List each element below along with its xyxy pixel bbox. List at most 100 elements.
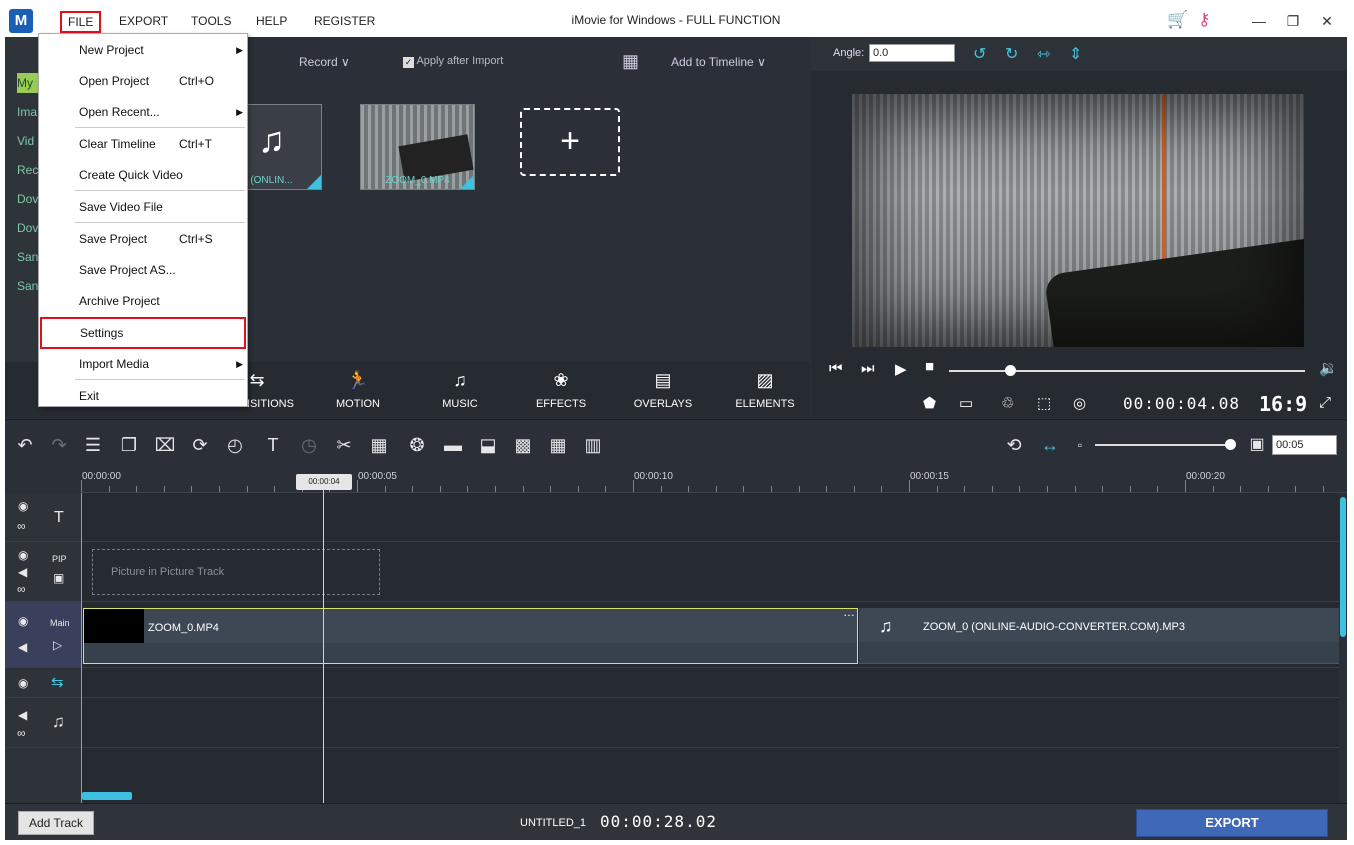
media-thumb-video[interactable]: ZOOM_0.MP4: [360, 104, 475, 190]
microphone-icon[interactable]: ♲: [1001, 394, 1014, 412]
menu-item-archive-project[interactable]: Archive Project: [39, 287, 247, 315]
zoom-value-input[interactable]: 00:05: [1272, 435, 1337, 455]
adjust-icon[interactable]: ☰: [81, 433, 105, 457]
transition-track-row[interactable]: [82, 668, 1340, 698]
video-frame[interactable]: [852, 94, 1304, 347]
sidebar-item-recorded[interactable]: Rec: [17, 160, 40, 180]
speaker-icon[interactable]: ◀: [18, 640, 27, 654]
zoom-slider[interactable]: [1095, 444, 1233, 446]
sidebar-item-images[interactable]: Ima: [17, 102, 40, 122]
add-track-button[interactable]: Add Track: [18, 811, 94, 835]
sidebar-item-download-1[interactable]: Dov: [17, 189, 40, 209]
link-icon[interactable]: ∞: [17, 726, 26, 740]
speaker-icon[interactable]: ◀: [18, 565, 27, 579]
duration-icon[interactable]: ◷: [297, 433, 321, 457]
crop-icon[interactable]: ⬓: [476, 433, 500, 457]
tab-effects[interactable]: ❀ EFFECTS: [511, 362, 611, 418]
text-tool-icon[interactable]: T: [261, 433, 285, 457]
motion-tool-icon[interactable]: ❂: [405, 433, 429, 457]
sidebar-item-sample-1[interactable]: San: [17, 247, 40, 267]
sidebar-item-videos[interactable]: Vid: [17, 131, 40, 151]
flip-horizontal-icon[interactable]: ⇿: [1037, 44, 1050, 64]
horizontal-scrollbar[interactable]: [82, 792, 132, 800]
tab-overlays[interactable]: ▤ OVERLAYS: [613, 362, 713, 418]
paint-bucket-icon[interactable]: ⬟: [923, 394, 936, 412]
minimize-button[interactable]: —: [1245, 9, 1273, 33]
menu-item-settings[interactable]: Settings: [40, 317, 246, 349]
monitor-icon[interactable]: ▬: [441, 433, 465, 457]
menu-item-save-project[interactable]: Save Project Ctrl+S: [39, 225, 247, 253]
grid-view-icon[interactable]: ▦: [622, 51, 639, 72]
menu-item-create-quick-video[interactable]: Create Quick Video: [39, 161, 247, 189]
snapshot-icon[interactable]: ◎: [1073, 394, 1086, 412]
speaker-icon[interactable]: ◀: [18, 708, 27, 722]
aspect-ratio-button[interactable]: 16:9: [1259, 392, 1307, 416]
sync-icon[interactable]: ⟲: [1002, 433, 1026, 457]
audio-track-row[interactable]: [82, 698, 1340, 748]
eye-icon[interactable]: ◉: [18, 614, 28, 628]
add-media-button[interactable]: +: [520, 108, 620, 176]
play-icon[interactable]: ▶: [895, 360, 907, 378]
menu-item-open-project[interactable]: Open Project Ctrl+O: [39, 67, 247, 95]
speed-icon[interactable]: ◴: [223, 433, 247, 457]
pip-placeholder[interactable]: Picture in Picture Track: [92, 549, 380, 595]
stop-icon[interactable]: ■: [925, 358, 934, 375]
menu-item-import-media[interactable]: Import Media ▶: [39, 350, 247, 378]
restore-button[interactable]: ❐: [1279, 9, 1307, 33]
menu-item-new-project[interactable]: New Project ▶: [39, 36, 247, 64]
key-icon[interactable]: ⚷: [1198, 10, 1210, 30]
menu-item-save-project-as[interactable]: Save Project AS...: [39, 256, 247, 284]
menu-item-clear-timeline[interactable]: Clear Timeline Ctrl+T: [39, 130, 247, 158]
fit-frame-icon[interactable]: ⬚: [1037, 394, 1051, 412]
camera-record-icon[interactable]: ▭: [959, 394, 973, 412]
more-options-icon[interactable]: …: [843, 605, 855, 619]
flip-vertical-icon[interactable]: ⇕: [1069, 44, 1082, 64]
sidebar-item-my[interactable]: My: [17, 73, 40, 93]
mosaic-icon[interactable]: ▩: [511, 433, 535, 457]
scissors-icon[interactable]: ✂: [332, 433, 356, 457]
add-to-timeline-dropdown[interactable]: Add to Timeline ∨: [671, 55, 766, 69]
zoom-in-icon[interactable]: ▣: [1245, 433, 1269, 457]
record-dropdown[interactable]: Record ∨: [299, 55, 350, 69]
redo-icon[interactable]: ↷: [47, 433, 71, 457]
angle-input[interactable]: 0.0: [869, 44, 955, 62]
apply-after-import-checkbox[interactable]: ✓ Apply after Import: [403, 55, 503, 68]
seek-handle[interactable]: [1004, 365, 1016, 376]
zoom-out-icon[interactable]: ▫: [1068, 433, 1092, 457]
playhead-label[interactable]: 00:00:04: [296, 474, 352, 490]
rotate-left-icon[interactable]: ↺: [973, 44, 986, 64]
fullscreen-icon[interactable]: ⤢: [1319, 394, 1331, 411]
scroll-thumb[interactable]: [1340, 497, 1346, 637]
menu-item-open-recent[interactable]: Open Recent... ▶: [39, 98, 247, 126]
eye-icon[interactable]: ◉: [18, 548, 28, 562]
timeline-tracks[interactable]: Picture in Picture Track ZOOM_0.MP4 … ♫ …: [81, 493, 1340, 803]
undo-icon[interactable]: ↶: [13, 433, 37, 457]
tab-elements[interactable]: ▨ ELEMENTS: [715, 362, 815, 418]
calendar-icon[interactable]: ▥: [581, 433, 605, 457]
video-clip[interactable]: ZOOM_0.MP4 …: [83, 605, 858, 664]
eye-icon[interactable]: ◉: [18, 499, 28, 513]
fit-timeline-icon[interactable]: ↔: [1038, 433, 1062, 457]
film-icon[interactable]: ▦: [367, 433, 391, 457]
playhead-line[interactable]: [323, 489, 324, 803]
rotate-icon[interactable]: ⟳: [188, 433, 212, 457]
audio-clip[interactable]: ♫ ZOOM_0 (ONLINE-AUDIO-CONVERTER.COM).MP…: [859, 608, 1339, 664]
cart-icon[interactable]: 🛒: [1167, 10, 1188, 30]
timeline-ruler[interactable]: 00:00:00 00:00:05 00:00:10 00:00:15 00:0…: [81, 469, 1347, 493]
skip-back-icon[interactable]: ⏮: [829, 360, 843, 377]
menu-item-exit[interactable]: Exit: [39, 382, 247, 410]
volume-icon[interactable]: 🔉: [1319, 359, 1338, 377]
link-icon[interactable]: ∞: [17, 582, 26, 596]
tab-motion[interactable]: 🏃 MOTION: [308, 362, 408, 418]
sidebar-item-sample-2[interactable]: San: [17, 276, 40, 296]
export-button[interactable]: EXPORT: [1136, 809, 1328, 837]
close-button[interactable]: ✕: [1313, 9, 1341, 33]
link-icon[interactable]: ∞: [17, 519, 26, 533]
vertical-scrollbar[interactable]: [1339, 493, 1347, 803]
rotate-right-icon[interactable]: ↻: [1005, 44, 1018, 64]
eye-icon[interactable]: ◉: [18, 676, 28, 690]
zoom-handle[interactable]: [1225, 439, 1236, 450]
menu-item-save-video-file[interactable]: Save Video File: [39, 193, 247, 221]
seek-bar[interactable]: [949, 370, 1305, 372]
text-track-row[interactable]: [82, 493, 1340, 542]
